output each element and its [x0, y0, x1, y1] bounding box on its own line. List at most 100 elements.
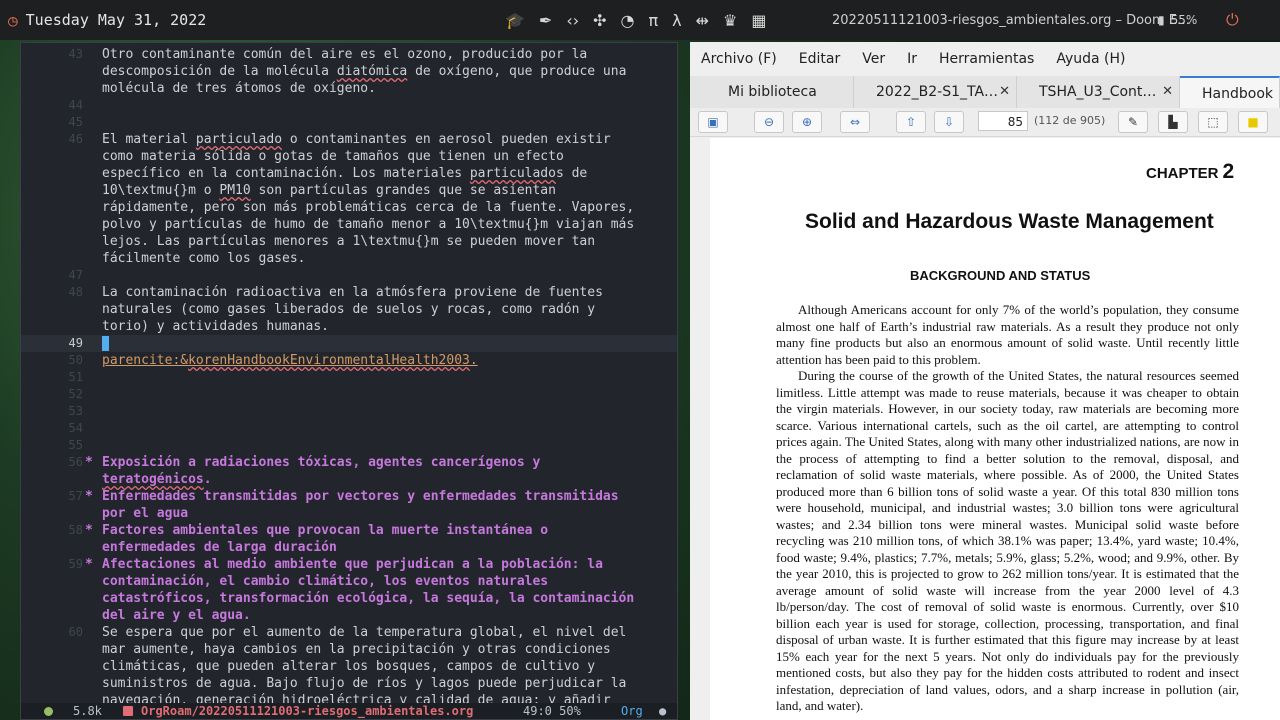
line-text: polvo y partículas de humo de tamaño men… — [102, 217, 635, 232]
line-number: 46 — [68, 132, 83, 146]
emacs-window[interactable]: 43 Otro contaminante común del aire es el… — [20, 42, 678, 720]
close-tab-icon[interactable]: ✕ — [1162, 76, 1173, 108]
fit-width-icon[interactable]: ⇔ — [840, 111, 870, 133]
editor-line[interactable]: 52 — [21, 386, 677, 403]
major-mode[interactable]: Org — [621, 703, 643, 719]
editor-line[interactable]: específico en la contaminación. Los mate… — [21, 165, 677, 182]
editor-line[interactable]: contaminación, el cambio climático, los … — [21, 573, 677, 590]
editor-line[interactable]: fácilmente como los gases. — [21, 250, 677, 267]
tab-label: TSHA_U3_Cont… — [1039, 84, 1157, 100]
line-number: 54 — [68, 421, 83, 435]
editor-line[interactable]: catastróficos, transformación ecológica,… — [21, 590, 677, 607]
line-number: 47 — [68, 268, 83, 282]
color-picker-icon[interactable]: ■ — [1238, 111, 1268, 133]
editor-line[interactable]: 50 parencite:&korenHandbookEnvironmentalH… — [21, 352, 677, 369]
graduation-cap-icon[interactable]: 🎓 — [505, 11, 525, 30]
editor-line[interactable]: molécula de tres átomos de oxígeno. — [21, 80, 677, 97]
editor-line[interactable]: teratogénicos. — [21, 471, 677, 488]
crown-icon[interactable]: ♛ — [723, 11, 737, 30]
editor-line[interactable]: 60 Se espera que por el aumento de la tem… — [21, 624, 677, 641]
editor-line[interactable]: 55 — [21, 437, 677, 454]
lambda-icon[interactable]: λ — [672, 11, 681, 30]
tab[interactable]: TSHA_U3_Cont… ✕ — [1017, 76, 1180, 108]
clock[interactable]: ◷ Tuesday May 31, 2022 — [8, 11, 206, 30]
next-page-icon[interactable]: ⇩ — [934, 111, 964, 133]
editor-line[interactable]: del aire y el agua. — [21, 607, 677, 624]
citation-link[interactable]: parencite:&korenHandbookEnvironmentalHea… — [102, 352, 478, 369]
page-number-input[interactable]: 85 — [978, 111, 1028, 131]
editor-line[interactable]: suministros de agua. Bajo flujo de ríos … — [21, 675, 677, 692]
editor-line[interactable]: 46 El material particulado o contaminante… — [21, 131, 677, 148]
line-text: naturales (como gases liberados de suelo… — [102, 302, 596, 317]
tab[interactable]: Handbook — [1180, 76, 1280, 108]
editor-buffer[interactable]: 43 Otro contaminante común del aire es el… — [21, 43, 677, 705]
note-icon[interactable]: ▙ — [1158, 111, 1188, 133]
tab-label: 2022_B2-S1_TA… — [876, 84, 999, 100]
line-text: mar aumente, haya cambios en la precipit… — [102, 642, 611, 657]
menu-item[interactable]: Herramientas — [928, 51, 1045, 67]
area-select-icon[interactable]: ⬚ — [1198, 111, 1228, 133]
menu-item[interactable]: Editar — [788, 51, 851, 67]
editor-line[interactable]: 54 — [21, 420, 677, 437]
buffer-filename[interactable]: OrgRoam/20220511121003-riesgos_ambiental… — [141, 703, 473, 719]
line-text: como materia sólida o gotas de tamaños q… — [102, 149, 564, 164]
pen-icon[interactable]: ✒ — [539, 11, 552, 30]
line-text: molécula de tres átomos de oxígeno. — [102, 81, 376, 96]
menu-item[interactable]: Ir — [896, 51, 928, 67]
power-icon[interactable]: ⏻ — [1226, 10, 1239, 30]
pdf-page[interactable]: CHAPTER 2 Solid and Hazardous Waste Manag… — [710, 138, 1280, 720]
editor-line[interactable]: 44 — [21, 97, 677, 114]
pi-icon[interactable]: π — [649, 11, 659, 30]
close-tab-icon[interactable]: ✕ — [999, 76, 1010, 108]
split-icon[interactable]: ⇹ — [696, 11, 709, 30]
editor-line[interactable]: descomposición de la molécula diatómica … — [21, 63, 677, 80]
editor-line[interactable]: por el agua — [21, 505, 677, 522]
previous-page-icon[interactable]: ⇧ — [896, 111, 926, 133]
battery-indicator[interactable]: ▮ 55% — [1158, 13, 1197, 27]
grid-icon[interactable]: ▦ — [751, 11, 766, 30]
editor-line[interactable]: 48 La contaminación radioactiva en la atm… — [21, 284, 677, 301]
editor-line[interactable]: mar aumente, haya cambios en la precipit… — [21, 641, 677, 658]
editor-line[interactable]: 58 * Factores ambientales que provocan la … — [21, 522, 677, 539]
menu-item[interactable]: Ayuda (H) — [1045, 51, 1136, 67]
zoom-in-icon[interactable]: ⊕ — [792, 111, 822, 133]
editor-line[interactable]: 45 — [21, 114, 677, 131]
editor-line[interactable]: naturales (como gases liberados de suelo… — [21, 301, 677, 318]
palette-icon[interactable]: ◔ — [621, 11, 635, 30]
tab-bar: Mi biblioteca 2022_B2-S1_TA… ✕ TSHA_U3_Cont… — [690, 76, 1280, 109]
editor-line[interactable]: 51 — [21, 369, 677, 386]
highlight-pen-icon[interactable]: ✎ — [1118, 111, 1148, 133]
editor-line[interactable]: lejos. Las partículas menores a 1\textmu… — [21, 233, 677, 250]
editor-line[interactable]: 57 * Enfermedades transmitidas por vectore… — [21, 488, 677, 505]
editor-line[interactable]: polvo y partículas de humo de tamaño men… — [21, 216, 677, 233]
line-number: 44 — [68, 98, 83, 112]
editor-line[interactable]: como materia sólida o gotas de tamaños q… — [21, 148, 677, 165]
editor-line[interactable]: 53 — [21, 403, 677, 420]
editor-line[interactable]: 43 Otro contaminante común del aire es el… — [21, 46, 677, 63]
zoom-out-icon[interactable]: ⊖ — [754, 111, 784, 133]
editor-line[interactable]: 10\textmu{}m o PM10 son partículas grand… — [21, 182, 677, 199]
puzzle-icon[interactable]: ✣ — [593, 11, 606, 30]
editor-line[interactable]: 59 * Afectaciones al medio ambiente que pe… — [21, 556, 677, 573]
editor-line[interactable]: rápidamente, pero son más problemáticas … — [21, 199, 677, 216]
tab[interactable]: 2022_B2-S1_TA… ✕ — [854, 76, 1017, 108]
code-icon[interactable]: ‹› — [566, 11, 579, 30]
editor-line[interactable]: torio) y actividades humanas. — [21, 318, 677, 335]
line-text: enfermedades de larga duración — [102, 540, 337, 555]
pdf-toolbar: ▣ ⊖ ⊕ ⇔ ⇧ ⇩ 85 (112 de 905) ✎ ▙ ⬚ ■ — [690, 108, 1280, 137]
tab[interactable]: Mi biblioteca — [690, 76, 854, 108]
line-number: 56 — [68, 455, 83, 469]
editor-line[interactable]: climáticas, que pueden alterar los bosqu… — [21, 658, 677, 675]
editor-line[interactable]: 47 — [21, 267, 677, 284]
editor-line[interactable]: enfermedades de larga duración — [21, 539, 677, 556]
cursor-position: 49:0 50% — [523, 704, 581, 718]
menubar: Archivo (F) Editar Ver Ir Herramientas Ayuda … — [690, 42, 1280, 76]
pdf-body: Although Americans account for only 7% o… — [776, 302, 1239, 715]
toggle-sidebar-icon[interactable]: ▣ — [698, 111, 728, 133]
modeline: 5.8k OrgRoam/20220511121003-riesgos_ambi… — [21, 703, 677, 719]
menu-item[interactable]: Ver — [851, 51, 896, 67]
line-number: 53 — [68, 404, 83, 418]
editor-line[interactable]: 56 * Exposición a radiaciones tóxicas, age… — [21, 454, 677, 471]
editor-line[interactable]: 49 — [21, 335, 677, 352]
menu-item[interactable]: Archivo (F) — [690, 51, 788, 67]
